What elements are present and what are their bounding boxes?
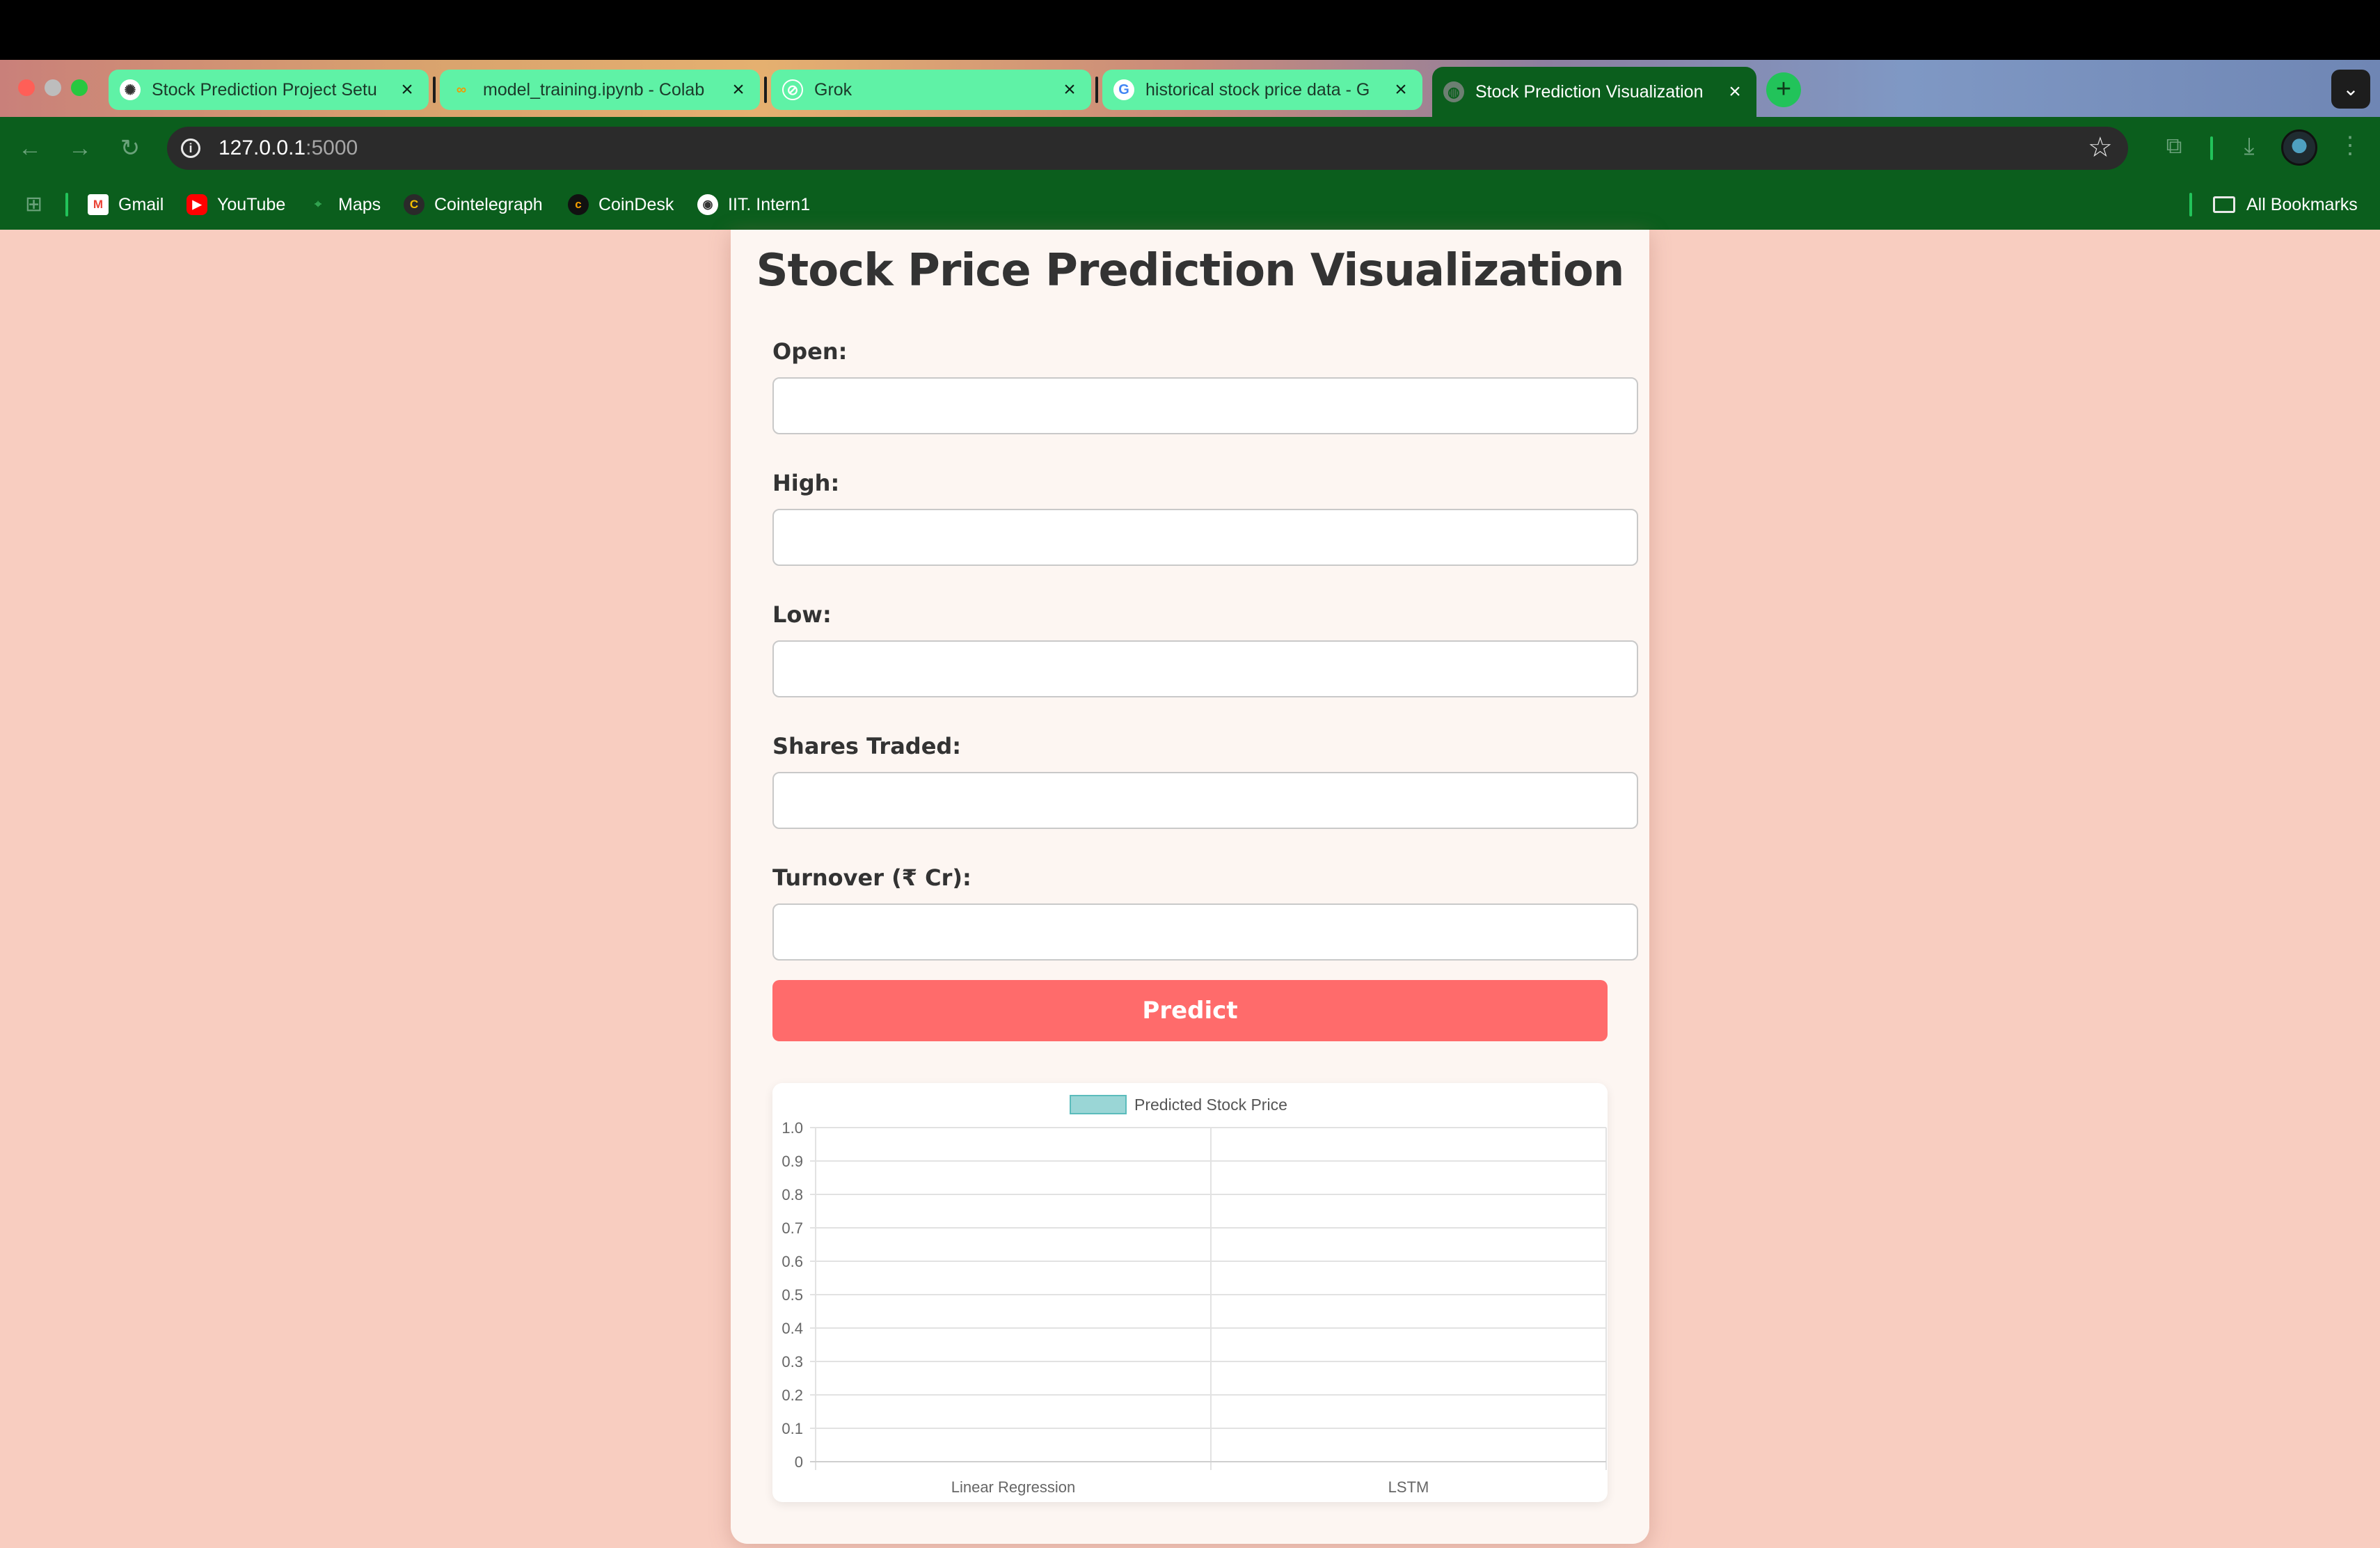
maximize-window-button[interactable] xyxy=(71,79,88,96)
tab-search-button[interactable]: ⌄ xyxy=(2331,70,2370,109)
open-input[interactable] xyxy=(772,377,1638,434)
y-tick-label: 0.2 xyxy=(782,1387,803,1404)
profile-avatar[interactable] xyxy=(2281,129,2317,166)
extensions-icon[interactable]: ⧉ xyxy=(2160,133,2188,161)
y-tick-label: 0.4 xyxy=(782,1320,803,1337)
bookmarks-divider xyxy=(2189,193,2192,216)
tab-title: Stock Prediction Project Setu xyxy=(152,79,377,100)
bookmark-label: Cointelegraph xyxy=(434,194,543,214)
open-label: Open: xyxy=(772,338,848,365)
tab-historical-stock-data[interactable]: G historical stock price data - G × xyxy=(1102,70,1422,110)
tab-title: historical stock price data - G xyxy=(1145,79,1370,100)
high-label: High: xyxy=(772,470,840,496)
minimize-window-button[interactable] xyxy=(45,79,61,96)
colab-icon: ∞ xyxy=(456,81,467,97)
tab-separator xyxy=(433,77,436,103)
y-tick-label: 1.0 xyxy=(782,1119,803,1137)
bookmark-label: Maps xyxy=(338,194,381,214)
globe-icon: ◍ xyxy=(1443,81,1464,102)
bookmark-coindesk[interactable]: c CoinDesk xyxy=(568,191,674,219)
screen-top-bar xyxy=(0,0,2380,60)
y-tick-label: 0.8 xyxy=(782,1186,803,1203)
all-bookmarks-label: All Bookmarks xyxy=(2246,194,2358,214)
new-tab-button[interactable]: + xyxy=(1766,72,1801,107)
all-bookmarks-button[interactable]: All Bookmarks xyxy=(2213,191,2358,219)
turnover-input[interactable] xyxy=(772,903,1638,961)
folder-icon xyxy=(2213,196,2235,213)
tab-separator xyxy=(1095,77,1098,103)
turnover-label: Turnover (₹ Cr): xyxy=(772,864,971,891)
tab-stock-prediction-project[interactable]: ✺ Stock Prediction Project Setu × xyxy=(109,70,429,110)
y-tick-label: 0.7 xyxy=(782,1219,803,1237)
legend-swatch xyxy=(1070,1095,1127,1114)
url-port: :5000 xyxy=(306,136,358,159)
download-icon[interactable]: ⤓ xyxy=(2235,133,2263,161)
close-icon[interactable]: × xyxy=(728,78,749,102)
tab-title: model_training.ipynb - Colab xyxy=(483,79,705,100)
bookmark-star-icon[interactable]: ☆ xyxy=(2088,132,2113,164)
close-icon[interactable]: × xyxy=(1724,80,1745,104)
high-input[interactable] xyxy=(772,509,1638,566)
chart-canvas: 0 0.1 0.2 0.3 0.4 0.5 0.6 0.7 0.8 0.9 1.0 Linear Re… xyxy=(782,1095,1607,1496)
bookmark-maps[interactable]: ⌖ Maps xyxy=(308,191,381,219)
back-arrow-icon[interactable]: ← xyxy=(14,132,46,164)
legend-label: Predicted Stock Price xyxy=(1134,1096,1287,1114)
iit-icon: ◉ xyxy=(697,194,718,215)
tab-grok[interactable]: ⊘ Grok × xyxy=(771,70,1091,110)
tab-model-training[interactable]: ∞ model_training.ipynb - Colab × xyxy=(440,70,760,110)
page-title: Stock Price Prediction Visualization xyxy=(756,245,1625,297)
low-label: Low: xyxy=(772,601,832,628)
toolbar-divider xyxy=(2210,136,2213,160)
grok-icon: ⊘ xyxy=(782,79,803,100)
x-tick-label: Linear Regression xyxy=(951,1478,1076,1496)
bookmark-label: Gmail xyxy=(118,194,164,214)
y-tick-label: 0.5 xyxy=(782,1286,803,1304)
close-icon[interactable]: × xyxy=(397,78,418,102)
gmail-icon: M xyxy=(88,194,109,215)
openai-icon: ✺ xyxy=(120,79,141,100)
y-tick-label: 0.6 xyxy=(782,1253,803,1270)
prediction-chart: 0 0.1 0.2 0.3 0.4 0.5 0.6 0.7 0.8 0.9 1.0 Linear Re… xyxy=(772,1083,1608,1502)
close-icon[interactable]: × xyxy=(1059,78,1080,102)
predict-button[interactable]: Predict xyxy=(772,980,1608,1041)
y-tick-label: 0.3 xyxy=(782,1353,803,1371)
url-text[interactable]: 127.0.0.1:5000 xyxy=(219,136,358,160)
y-tick-label: 0.9 xyxy=(782,1153,803,1170)
bookmark-iit-intern[interactable]: ◉ IIT. Intern1 xyxy=(697,191,810,219)
google-icon: G xyxy=(1113,79,1134,100)
site-info-icon[interactable]: i xyxy=(181,139,200,158)
cointelegraph-icon: C xyxy=(404,194,425,215)
tab-title: Grok xyxy=(814,79,852,100)
address-bar[interactable] xyxy=(167,127,2128,170)
youtube-icon: ▶ xyxy=(187,194,207,215)
coindesk-icon: c xyxy=(568,194,589,215)
bookmarks-divider xyxy=(65,193,68,216)
tab-title: Stock Prediction Visualization xyxy=(1475,81,1704,102)
menu-kebab-icon[interactable]: ⋮ xyxy=(2338,132,2362,164)
bookmark-label: CoinDesk xyxy=(598,194,674,214)
tab-separator xyxy=(764,77,767,103)
close-icon[interactable]: × xyxy=(1390,78,1411,102)
maps-icon: ⌖ xyxy=(315,198,322,211)
bookmark-label: YouTube xyxy=(217,194,286,214)
y-tick-label: 0 xyxy=(795,1453,803,1471)
low-input[interactable] xyxy=(772,640,1638,697)
reload-icon[interactable]: ↻ xyxy=(114,132,146,164)
url-host: 127.0.0.1 xyxy=(219,136,306,159)
bookmark-youtube[interactable]: ▶ YouTube xyxy=(187,191,285,219)
bookmark-gmail[interactable]: M Gmail xyxy=(88,191,164,219)
x-tick-label: LSTM xyxy=(1388,1478,1429,1496)
close-window-button[interactable] xyxy=(18,79,35,96)
bookmark-cointelegraph[interactable]: C Cointelegraph xyxy=(404,191,543,219)
bookmark-label: IIT. Intern1 xyxy=(728,194,811,214)
tab-stock-prediction-visualization[interactable]: ◍ Stock Prediction Visualization × xyxy=(1432,67,1756,117)
shares-traded-input[interactable] xyxy=(772,772,1638,829)
shares-traded-label: Shares Traded: xyxy=(772,733,962,759)
y-tick-label: 0.1 xyxy=(782,1420,803,1437)
apps-grid-icon[interactable]: ⊞ xyxy=(25,194,47,216)
forward-arrow-icon[interactable]: → xyxy=(64,132,96,164)
